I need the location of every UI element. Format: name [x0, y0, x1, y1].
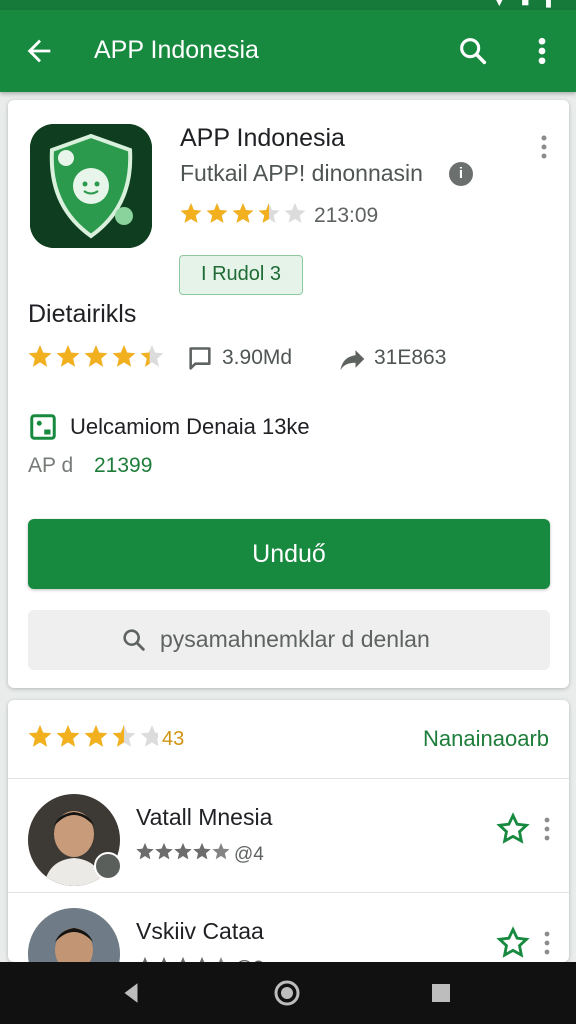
- star-filled-icon: [206, 203, 228, 223]
- app-detail-card: APP Indonesia Futkail APP! dinonnasin i …: [8, 100, 569, 688]
- more-vertical-icon[interactable]: [528, 34, 556, 68]
- star-filled-icon: [56, 345, 80, 367]
- developer-name[interactable]: Futkail APP! dinonnasin: [180, 160, 423, 187]
- reviewer-name: Vatall Mnesia: [136, 804, 273, 830]
- avatar: [28, 908, 120, 962]
- app-rating-stars: [180, 203, 306, 223]
- review-item[interactable]: Vatall Mnesia @4: [8, 786, 569, 900]
- version-label: AP d: [28, 454, 74, 477]
- star-filled-icon: [112, 345, 136, 367]
- more-vertical-icon[interactable]: [534, 132, 554, 162]
- star-outline-icon[interactable]: [496, 926, 530, 960]
- star-empty-icon: [140, 725, 158, 747]
- app-name: APP Indonesia: [180, 124, 345, 152]
- reviews-card: 43 Nanainaoarb Vatall Mnesia @4 Vskiiv C…: [8, 700, 569, 962]
- star-filled-icon: [193, 843, 211, 860]
- details-heading: Dietairikls: [28, 300, 137, 328]
- star-filled-icon: [84, 725, 108, 747]
- arrow-left-icon[interactable]: [22, 34, 56, 68]
- reviews-count: 43: [162, 728, 185, 750]
- download-button[interactable]: Unduő: [28, 519, 550, 589]
- star-filled-icon: [84, 345, 108, 367]
- star-empty-icon: [212, 843, 230, 860]
- star-filled-icon: [28, 725, 52, 747]
- review-meta: @4: [234, 844, 264, 865]
- content-rating-badge: I Rudol 3: [179, 255, 303, 295]
- star-outline-icon[interactable]: [496, 812, 530, 846]
- nav-home-icon[interactable]: [272, 978, 302, 1008]
- more-vertical-icon[interactable]: [538, 814, 556, 844]
- details-rating-stars: [28, 345, 164, 367]
- review-stars: [136, 843, 230, 860]
- search-placeholder: pysamahnemklar d denlan: [160, 626, 430, 652]
- star-filled-icon: [180, 203, 202, 223]
- app-rating-text: 213:09: [314, 204, 379, 227]
- search-field[interactable]: pysamahnemklar d denlan: [28, 610, 550, 670]
- info-icon[interactable]: i: [449, 162, 473, 186]
- version-number: 21399: [94, 454, 153, 477]
- all-reviews-link[interactable]: Nanainaoarb: [423, 726, 549, 752]
- shield-chat-icon: [30, 124, 152, 248]
- reviewer-name: Vskiiv Cataa: [136, 918, 264, 944]
- star-filled-icon: [174, 843, 192, 860]
- star-filled-icon: [155, 843, 173, 860]
- comments-count: 3.90Md: [222, 346, 293, 369]
- reviews-rating-stars: [28, 725, 158, 747]
- comment-icon: [189, 347, 211, 370]
- search-icon[interactable]: [456, 34, 490, 68]
- nav-recents-icon[interactable]: [430, 982, 452, 1004]
- star-filled-icon: [232, 203, 254, 223]
- app-logo: [30, 124, 152, 248]
- review-item[interactable]: Vskiiv Cataa @3: [8, 900, 569, 962]
- avatar-badge-icon: [94, 852, 122, 880]
- app-bar-title: APP Indonesia: [94, 36, 259, 64]
- status-bar: ▼ ■ ▮: [0, 0, 576, 10]
- update-info: Uelcamiom Denaia 13ke: [70, 414, 310, 439]
- nav-back-icon[interactable]: [118, 980, 144, 1006]
- update-icon: [30, 414, 56, 440]
- star-filled-icon: [56, 725, 80, 747]
- star-filled-icon: [28, 345, 52, 367]
- more-vertical-icon[interactable]: [538, 928, 556, 958]
- status-icons: ▼ ■ ▮: [492, 0, 558, 9]
- app-bar: APP Indonesia: [0, 10, 576, 92]
- divider: [8, 778, 569, 779]
- shares-count: 31E863: [374, 346, 447, 369]
- divider: [8, 892, 569, 893]
- star-empty-icon: [284, 203, 306, 223]
- system-nav-bar: [0, 962, 576, 1024]
- star-filled-icon: [136, 843, 154, 860]
- share-arrow-icon[interactable]: [338, 344, 368, 374]
- search-icon: [123, 629, 145, 651]
